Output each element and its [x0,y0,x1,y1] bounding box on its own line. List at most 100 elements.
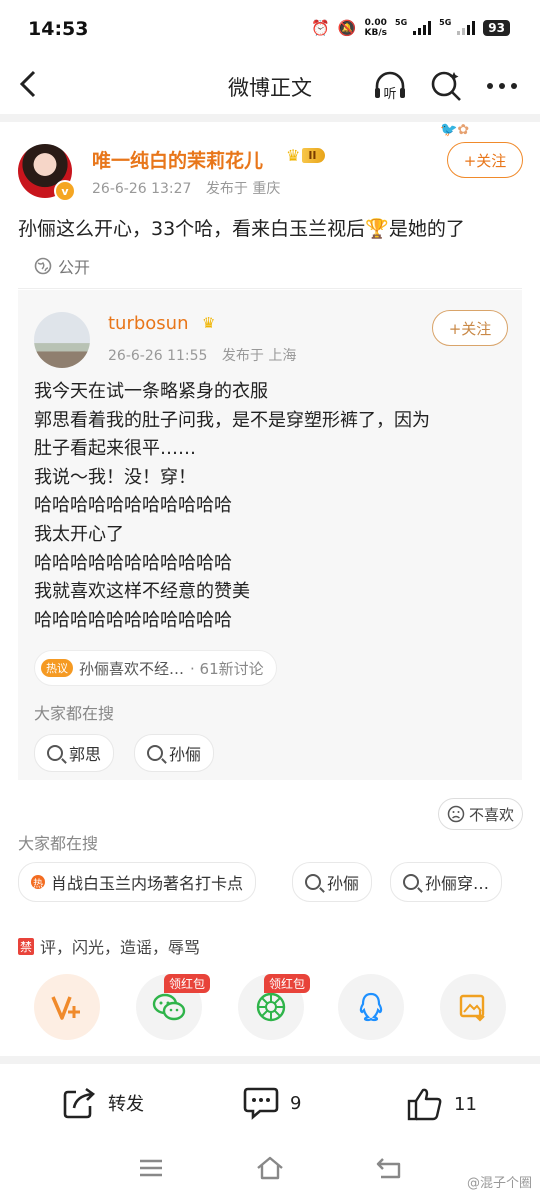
share-weibo-button[interactable] [34,974,100,1040]
search-icon [147,745,163,761]
text-line: 我太开心了 [34,523,124,545]
repost-label: 转发 [108,1094,144,1115]
hot-topic-badge: 热议 [41,659,73,677]
search-chip[interactable]: 孙俪 [134,734,215,772]
post-meta: 26-6-26 13:27 发布于 重庆 [92,178,280,198]
decoration-icon: 🐦✿ [440,122,470,138]
repost-avatar[interactable] [34,312,90,368]
like-count: 11 [454,1093,477,1115]
status-bar: 14:53 ⏰ 🔕 0.00 KB/s 5G 5G 93 [0,0,540,58]
text-line: 郭思看着我的肚子问我，是不是穿塑形裤了，因为 [34,409,430,431]
repost-follow-button[interactable]: +关注 [432,310,508,346]
ban-text: 评，闪光，造谣，辱骂 [40,938,201,957]
level-badge: II [302,148,325,163]
search-icon [403,874,419,890]
globe-icon [34,257,52,275]
divider [0,114,540,122]
dislike-button[interactable]: 不喜欢 [438,798,524,830]
battery-indicator: 93 [483,20,510,36]
qq-icon [359,992,383,1022]
post-timestamp: 26-6-26 13:27 [92,181,192,197]
hot-icon: 热 [31,875,45,890]
topic-count: · 61新讨论 [190,659,264,678]
ban-badge: 禁 [18,937,35,955]
repost-meta: 26-6-26 11:55 发布于 上海 [108,345,296,365]
visibility-label: 公开 [58,258,91,277]
crown-icon: ♛ [202,314,216,332]
like-button[interactable]: 11 [406,1086,477,1122]
text-line: 哈哈哈哈哈哈哈哈哈哈哈 [34,609,232,631]
search-icon [431,71,461,101]
ban-notice: 禁 评，闪光，造谣，辱骂 [18,934,200,958]
comment-icon [243,1087,279,1120]
status-icons: ⏰ 🔕 0.00 KB/s 5G 5G 93 [311,18,510,38]
listen-button[interactable]: 听 [372,68,408,104]
repost-button[interactable]: 转发 [62,1086,144,1120]
search-section-label: 大家都在搜 [34,704,115,723]
follow-button[interactable]: +关注 [447,142,523,178]
more-dots-icon [487,83,517,89]
chip-label: 孙俪 [169,745,202,764]
more-button[interactable] [484,68,520,104]
search-chip[interactable]: 热 肖战白玉兰内场著名打卡点 [18,862,257,902]
signal-icon [413,21,432,35]
member-badge: ♛ II [286,146,325,165]
comment-count: 9 [290,1092,302,1114]
divider [18,288,522,289]
sim2-label: 5G [439,17,452,27]
search-icon [305,874,321,890]
topic-text: 孙俪喜欢不经… [79,659,185,678]
text-line: 哈哈哈哈哈哈哈哈哈哈哈 [34,552,232,574]
system-menu-button[interactable] [136,1156,166,1180]
mute-icon: 🔕 [337,19,357,37]
share-qq-button[interactable] [338,974,404,1040]
post-location: 发布于 重庆 [205,181,281,197]
search-chip[interactable]: 郭思 [34,734,115,772]
home-icon [257,1156,283,1180]
text-line: 哈哈哈哈哈哈哈哈哈哈哈 [34,495,232,517]
verified-badge-icon: v [54,180,76,202]
status-time: 14:53 [28,18,89,40]
signal-icon [457,21,476,35]
comment-button[interactable]: 9 [242,1086,301,1120]
text-line: 我说～我！没！穿！ [34,466,196,488]
topic-chip[interactable]: 热议 孙俪喜欢不经… · 61新讨论 [34,650,277,686]
menu-icon [140,1159,162,1177]
alarm-icon: ⏰ [311,19,330,37]
chip-label: 郭思 [69,745,102,764]
watermark: @混子个圈 [466,1176,532,1191]
text-line: 我今天在试一条略紧身的衣服 [34,381,268,402]
search-icon [47,745,63,761]
wechat-icon [152,993,186,1021]
repost-text: 我今天在试一条略紧身的衣服 郭思看着我的肚子问我，是不是穿塑形裤了，因为 肚子看… [34,378,514,635]
sim1-label: 5G [395,17,408,27]
crown-icon: ♛ [286,146,301,165]
red-packet-badge: 领红包 [264,974,311,993]
visibility: 公开 [34,254,90,278]
net-speed: 0.00 KB/s [364,18,388,38]
system-back-button[interactable] [374,1154,406,1182]
moments-icon [256,992,286,1022]
share-arrow-icon [63,1087,96,1119]
thumbs-up-icon [407,1088,442,1121]
sad-face-icon [447,805,465,823]
return-icon [376,1158,401,1179]
red-packet-badge: 领红包 [164,974,211,993]
text-line: 肚子看起来很平…… [34,438,196,460]
weibo-plus-icon [51,996,80,1020]
save-image-button[interactable] [440,974,506,1040]
search-chip[interactable]: 孙俪 [292,862,373,902]
repost-location: 发布于 上海 [221,348,297,364]
search-section-label: 大家都在搜 [18,834,99,853]
repost-timestamp: 26-6-26 11:55 [108,348,208,364]
post-username[interactable]: 唯一纯白的茉莉花儿 [92,146,263,173]
chip-label: 孙俪 [327,874,360,893]
dislike-label: 不喜欢 [469,805,515,824]
svg-text:听: 听 [383,87,396,102]
top-nav: 微博正文 听 [0,58,540,114]
repost-username[interactable]: turbosun [108,313,189,334]
system-home-button[interactable] [254,1154,286,1182]
divider [0,1056,540,1064]
search-button[interactable] [428,68,464,104]
search-chip[interactable]: 孙俪穿… [390,862,503,902]
